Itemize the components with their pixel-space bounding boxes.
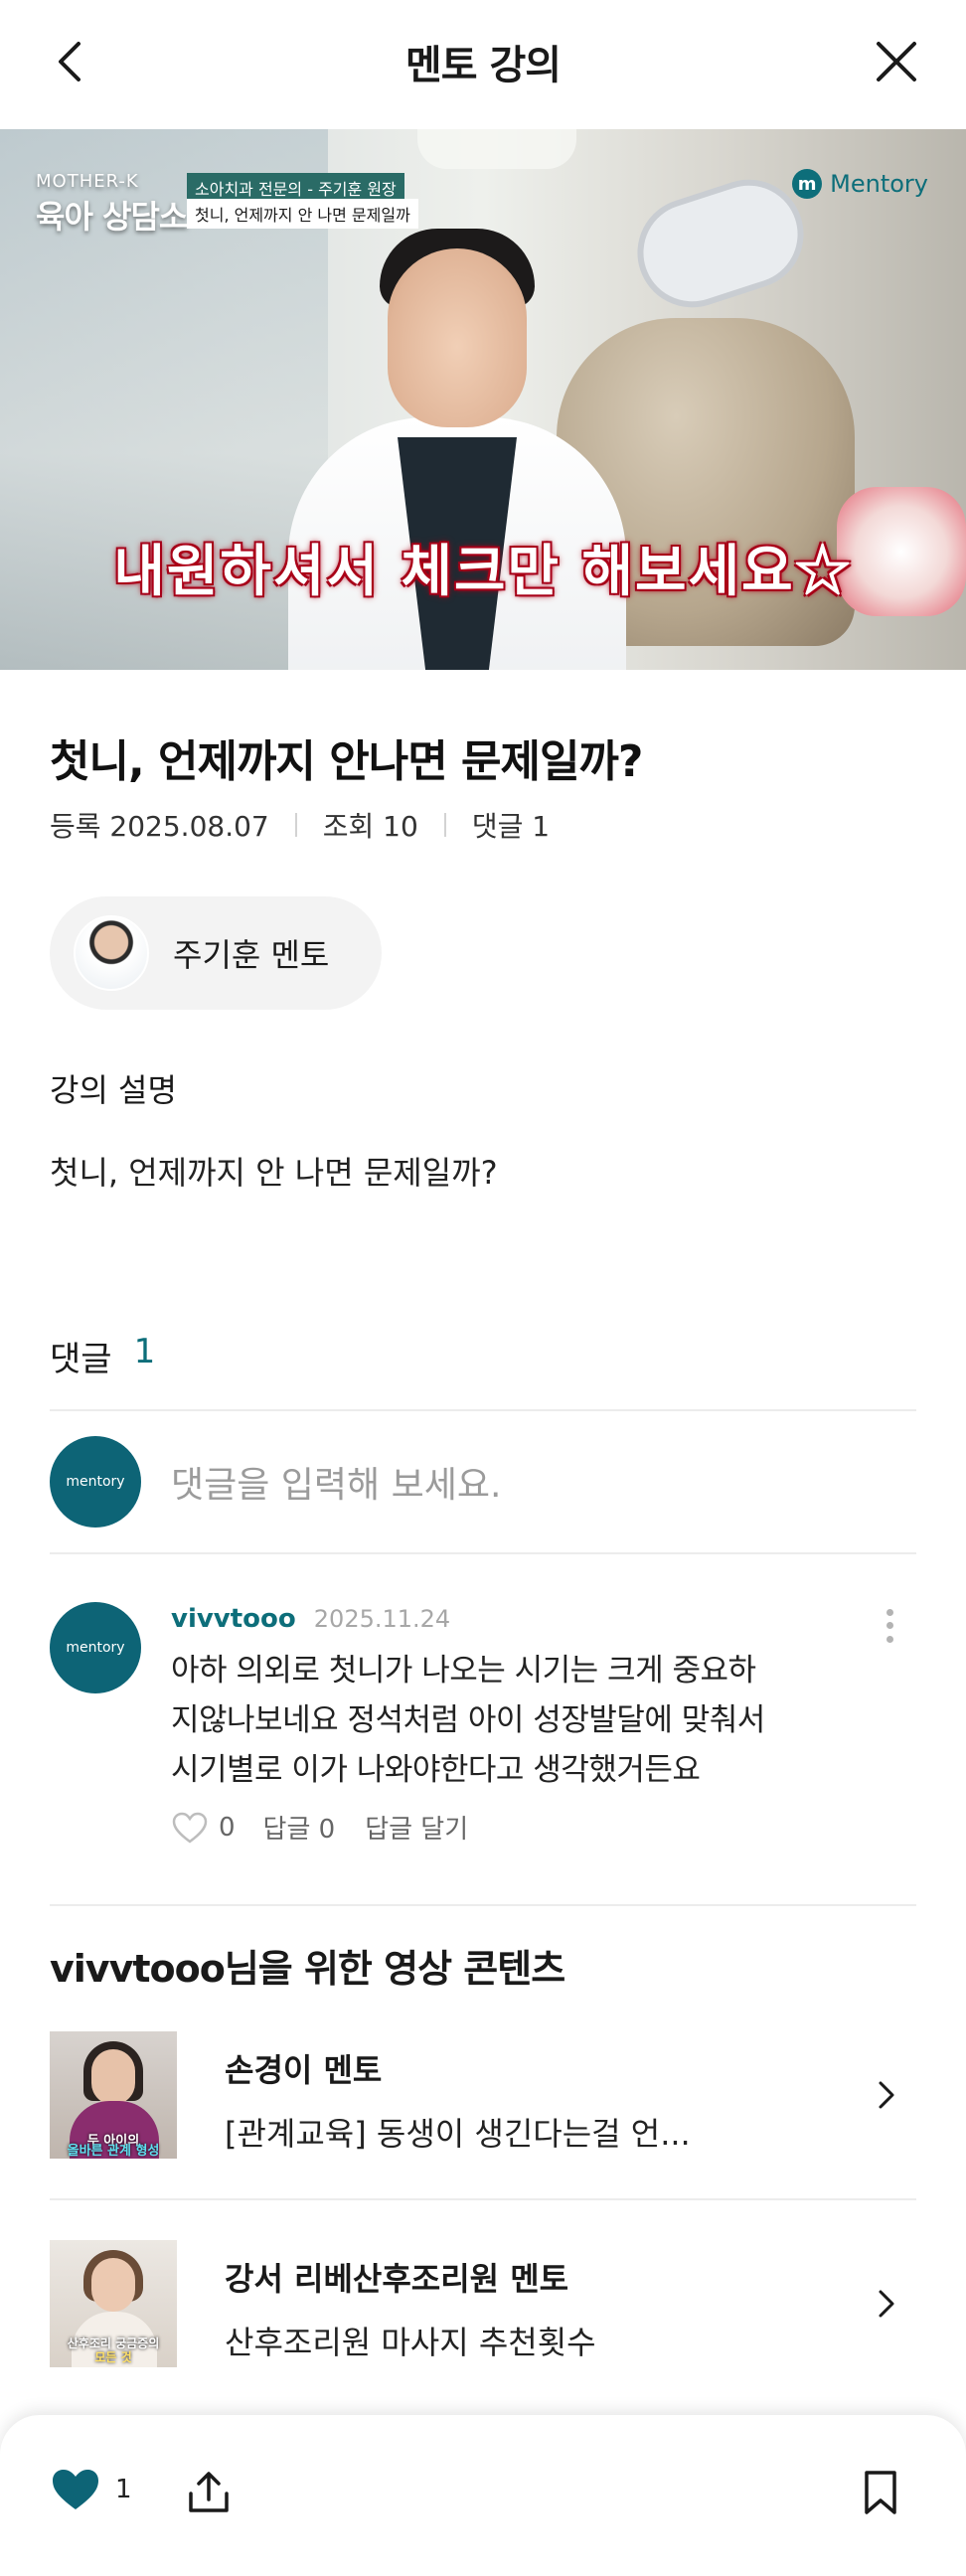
comment-count: 댓글 1 (471, 810, 551, 843)
bottom-action-bar: 1 (0, 2415, 966, 2576)
recommendation-mentor: 강서 리베산후조리원 멘토 (225, 2260, 569, 2298)
top-bar: 멘토 강의 (0, 0, 966, 123)
video-ceiling-light (417, 129, 576, 169)
comment-username[interactable]: vivvtooo (171, 1604, 296, 1634)
comment-input[interactable]: mentory 댓글을 입력해 보세요. (50, 1436, 916, 1528)
divider (50, 2198, 916, 2200)
recommendation-lecture: [관계교육] 동생이 생긴다는걸 언... (225, 2115, 691, 2153)
more-options-icon[interactable] (875, 1606, 904, 1646)
video-player[interactable]: MOTHER-K 육아 상담소 소아치과 전문의 - 주기훈 원장 첫니, 언제… (0, 129, 966, 670)
heart-filled-icon (53, 2470, 98, 2509)
page-title: 멘토 강의 (404, 43, 562, 88)
divider (50, 1904, 916, 1906)
meta-divider (443, 813, 446, 837)
recommendation-thumbnail: 산후조리 궁금증의 모든 것 (50, 2240, 177, 2367)
like-count: 1 (115, 2475, 132, 2504)
mentor-profile-chip[interactable]: 주기훈 멘토 (50, 896, 382, 1010)
reply-count[interactable]: 답글 0 (263, 1809, 336, 1846)
video-subtitle: 내원하셔서 체크만 해보세요☆ (113, 539, 853, 604)
comment-date: 2025.11.24 (313, 1605, 451, 1633)
mentor-name: 주기훈 멘토 (173, 936, 330, 974)
view-count: 조회 10 (322, 810, 418, 843)
comment-body: 아하 의외로 첫니가 나오는 시기는 크게 중요하 지않나보네요 정석처럼 아이… (171, 1653, 765, 1788)
recommendations-title: vivvtooo님을 위한 영상 콘텐츠 (50, 1947, 565, 1991)
divider (50, 1409, 916, 1411)
share-icon (189, 2472, 229, 2512)
close-icon (877, 42, 916, 81)
bookmark-icon (865, 2471, 896, 2514)
user-avatar: mentory (50, 1436, 141, 1528)
comment-like-button[interactable]: 0 (171, 1811, 236, 1845)
back-button[interactable] (40, 32, 99, 91)
comments-label: 댓글 (50, 1340, 112, 1379)
write-reply-button[interactable]: 답글 달기 (365, 1809, 468, 1846)
comment-header: vivvtooo 2025.11.24 (171, 1602, 450, 1636)
close-button[interactable] (867, 32, 926, 91)
chevron-right-icon (867, 2284, 906, 2324)
video-caption-bottom: 첫니, 언제까지 안 나면 문제일까 (187, 199, 418, 229)
recommendation-thumbnail: 두 아이의 올바른 관계 형성 (50, 2031, 177, 2159)
comment-like-count: 0 (219, 1812, 236, 1843)
divider (50, 1552, 916, 1554)
recommendation-item[interactable]: 두 아이의 올바른 관계 형성 손경이 멘토 [관계교육] 동생이 생긴다는걸 … (50, 2031, 916, 2159)
video-brand: MOTHER-K 육아 상담소 (36, 171, 188, 236)
share-button[interactable] (181, 2465, 237, 2520)
heart-outline-icon (172, 1812, 208, 1844)
comments-count: 1 (133, 1332, 156, 1371)
lecture-title: 첫니, 언제까지 안나면 문제일까? (50, 736, 643, 787)
bookmark-button[interactable] (853, 2465, 908, 2520)
chevron-left-icon (59, 42, 80, 81)
description-text: 첫니, 언제까지 안 나면 문제일까? (50, 1154, 498, 1192)
comment-actions: 0 답글 0 답글 달기 (171, 1809, 468, 1846)
like-button[interactable]: 1 (50, 2467, 132, 2512)
mentory-logo: m Mentory (792, 169, 928, 199)
commenter-avatar: mentory (50, 1602, 141, 1693)
registered-date: 등록 2025.08.07 (50, 810, 269, 843)
video-dental-lamp (623, 165, 818, 322)
description-label: 강의 설명 (50, 1071, 177, 1109)
mentor-avatar (74, 915, 149, 991)
recommendation-item[interactable]: 산후조리 궁금증의 모든 것 강서 리베산후조리원 멘토 산후조리원 마사지 추… (50, 2240, 916, 2367)
comments-header: 댓글 1 (50, 1332, 155, 1380)
chevron-right-icon (867, 2075, 906, 2115)
comment-input-placeholder[interactable]: 댓글을 입력해 보세요. (171, 1456, 501, 1508)
recommendation-lecture: 산후조리원 마사지 추천횟수 (225, 2324, 596, 2361)
meta-divider (294, 813, 297, 837)
mentory-logo-icon: m (792, 169, 823, 199)
recommendation-mentor: 손경이 멘토 (225, 2051, 383, 2089)
lecture-meta: 등록 2025.08.07 조회 10 댓글 1 (50, 805, 550, 845)
